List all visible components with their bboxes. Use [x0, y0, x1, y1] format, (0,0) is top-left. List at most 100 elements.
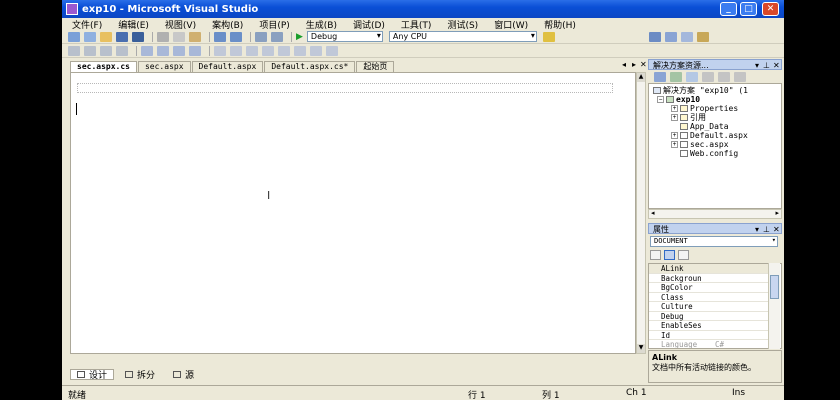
grid-icon[interactable] — [294, 45, 306, 56]
solution-tree[interactable]: 解决方案 "exp10" (1 − exp10 + Properties + 引… — [648, 83, 782, 209]
menu-edit[interactable]: 编辑(E) — [118, 18, 149, 31]
solution-explorer-header[interactable]: 解决方案资源... ▾ ⊥ ✕ — [648, 59, 782, 70]
property-value[interactable]: C# — [715, 340, 724, 348]
se-show-all-icon[interactable] — [670, 72, 682, 82]
prev-bookmark-icon[interactable] — [157, 45, 169, 56]
property-row[interactable]: EnableSes — [649, 321, 771, 331]
open-folder-icon[interactable] — [100, 31, 112, 42]
pin-dropdown-icon[interactable]: ▾ — [755, 60, 759, 71]
menu-build[interactable]: 生成(B) — [306, 18, 337, 31]
property-row[interactable]: BgColor — [649, 283, 771, 293]
split-view-button[interactable]: 拆分 — [118, 369, 162, 381]
title-bar[interactable]: exp10 - Microsoft Visual Studio _ □ ✕ — [62, 0, 784, 18]
layout-icon[interactable] — [262, 45, 274, 56]
cut-icon[interactable] — [157, 31, 169, 42]
undo-icon[interactable] — [214, 31, 226, 42]
tree-node-references[interactable]: + 引用 — [671, 113, 706, 122]
properties-header[interactable]: 属性 ▾ ⊥ ✕ — [648, 223, 782, 234]
minimize-button[interactable]: _ — [720, 2, 737, 16]
tree-node-sec-aspx[interactable]: + sec.aspx — [671, 140, 729, 149]
expand-icon[interactable]: + — [671, 141, 678, 148]
menu-tools[interactable]: 工具(T) — [401, 18, 432, 31]
expand-icon[interactable]: + — [671, 105, 678, 112]
tab-scroll-left-icon[interactable]: ◂ — [622, 60, 626, 69]
alphabetical-icon[interactable] — [664, 250, 675, 260]
navigate-forward-icon[interactable] — [271, 31, 283, 42]
solution-explorer-icon[interactable] — [648, 31, 661, 42]
se-refresh-icon[interactable] — [686, 72, 698, 82]
format-icon[interactable] — [326, 45, 338, 56]
align-right-icon[interactable] — [246, 45, 258, 56]
pin-dropdown-icon[interactable]: ▾ — [755, 224, 759, 235]
bookmark-icon[interactable] — [141, 45, 153, 56]
se-properties-icon[interactable] — [654, 72, 666, 82]
tab-close-icon[interactable]: ✕ — [640, 60, 647, 69]
menu-view[interactable]: 视图(V) — [165, 18, 196, 31]
align-left-icon[interactable] — [214, 45, 226, 56]
save-all-icon[interactable] — [132, 31, 144, 42]
tab-default-aspx-cs[interactable]: Default.aspx.cs* — [264, 61, 356, 72]
source-view-button[interactable]: 源 — [166, 369, 201, 381]
panel-close-icon[interactable]: ✕ — [773, 60, 780, 71]
save-icon[interactable] — [116, 31, 128, 42]
tree-node-project[interactable]: − exp10 — [657, 95, 700, 104]
autohide-pin-icon[interactable]: ⊥ — [763, 224, 770, 235]
design-view-button[interactable]: 设计 — [70, 368, 115, 381]
scroll-thumb[interactable] — [770, 275, 779, 299]
property-pages-icon[interactable] — [678, 250, 689, 260]
snap-icon[interactable] — [310, 45, 322, 56]
menu-window[interactable]: 窗口(W) — [494, 18, 528, 31]
align-center-icon[interactable] — [230, 45, 242, 56]
indent-icon[interactable] — [68, 45, 80, 56]
se-view-code-icon[interactable] — [702, 72, 714, 82]
maximize-button[interactable]: □ — [740, 2, 757, 16]
new-project-icon[interactable] — [68, 31, 80, 42]
uncomment-icon[interactable] — [116, 45, 128, 56]
property-row[interactable]: Language C# — [649, 340, 771, 348]
property-row[interactable]: ALink — [649, 264, 771, 274]
code-editor[interactable]: I — [70, 72, 636, 354]
autohide-pin-icon[interactable]: ⊥ — [763, 60, 770, 71]
property-row[interactable]: Class — [649, 293, 771, 302]
scroll-down-icon[interactable]: ▼ — [637, 344, 645, 353]
expand-icon[interactable]: + — [671, 132, 678, 139]
toolbox-icon[interactable] — [696, 31, 709, 42]
scroll-up-icon[interactable]: ▲ — [637, 73, 645, 82]
menu-help[interactable]: 帮助(H) — [544, 18, 576, 31]
solution-horizontal-scrollbar[interactable]: ◂ ▸ — [648, 209, 782, 219]
tree-node-app-data[interactable]: App_Data — [680, 122, 729, 131]
tree-node-web-config[interactable]: Web.config — [680, 149, 738, 158]
scroll-left-icon[interactable]: ◂ — [651, 209, 655, 217]
solution-platform-select[interactable]: Any CPU — [388, 31, 537, 42]
find-icon[interactable] — [542, 31, 555, 42]
start-debugging-icon[interactable]: ▶ — [296, 32, 303, 42]
tree-node-solution[interactable]: 解决方案 "exp10" (1 — [653, 86, 748, 95]
se-nest-icon[interactable] — [734, 72, 746, 82]
redo-icon[interactable] — [230, 31, 242, 42]
tab-sec-aspx[interactable]: sec.aspx — [137, 61, 191, 72]
property-row[interactable]: Culture — [649, 302, 771, 312]
menu-build-layout[interactable]: 案构(B) — [212, 18, 243, 31]
navigate-back-icon[interactable] — [255, 31, 267, 42]
property-grid[interactable]: ALink Backgroun BgColor Class Culture De… — [648, 263, 782, 349]
se-view-designer-icon[interactable] — [718, 72, 730, 82]
object-browser-icon[interactable] — [680, 31, 693, 42]
collapse-icon[interactable]: − — [657, 96, 664, 103]
paste-icon[interactable] — [189, 31, 201, 42]
property-grid-scrollbar[interactable] — [768, 263, 780, 349]
panel-close-icon[interactable]: ✕ — [773, 224, 780, 235]
categorized-icon[interactable] — [650, 250, 661, 260]
expand-icon[interactable]: + — [671, 114, 678, 121]
tab-sec-aspx-cs[interactable]: sec.aspx.cs — [70, 61, 137, 72]
comment-icon[interactable] — [100, 45, 112, 56]
close-button[interactable]: ✕ — [762, 2, 779, 16]
menu-test[interactable]: 测试(S) — [447, 18, 478, 31]
editor-vertical-scrollbar[interactable]: ▲ ▼ — [636, 72, 646, 354]
outdent-icon[interactable] — [84, 45, 96, 56]
property-row[interactable]: Backgroun — [649, 274, 771, 283]
menu-file[interactable]: 文件(F) — [72, 18, 102, 31]
property-row[interactable]: Debug — [649, 312, 771, 321]
tab-start-page[interactable]: 起始页 — [356, 61, 395, 72]
add-item-icon[interactable] — [84, 31, 96, 42]
menu-project[interactable]: 项目(P) — [259, 18, 289, 31]
